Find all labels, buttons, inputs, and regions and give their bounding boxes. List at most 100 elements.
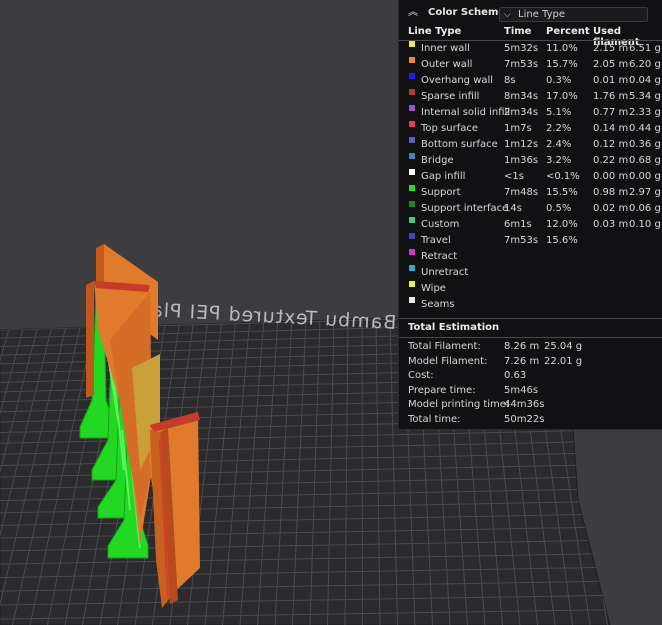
line-type-row[interactable]: Gap infill <1s <0.1% 0.00 m 0.00 g <box>399 169 662 185</box>
color-swatch-icon <box>409 233 415 239</box>
color-swatch-icon <box>409 297 415 303</box>
line-type-row[interactable]: Retract <box>399 249 662 265</box>
total-label: Prepare time: <box>408 384 476 396</box>
line-type-name: Internal solid infill <box>421 107 511 118</box>
line-type-meters: 1.76 m <box>593 91 629 102</box>
line-type-time: <1s <box>504 171 524 182</box>
color-swatch-icon <box>409 105 415 111</box>
line-type-grams: 0.10 g <box>629 219 661 230</box>
line-type-name: Retract <box>421 251 458 262</box>
line-type-row[interactable]: Top surface 1m7s 2.2% 0.14 m 0.44 g <box>399 121 662 137</box>
line-type-grams: 0.04 g <box>629 75 661 86</box>
line-type-percent: 12.0% <box>546 219 578 230</box>
total-label: Model Filament: <box>408 355 488 367</box>
total-value: 44m36s <box>504 399 545 410</box>
line-type-row[interactable]: Custom 6m1s 12.0% 0.03 m 0.10 g <box>399 217 662 233</box>
line-type-row[interactable]: Seams <box>399 297 662 313</box>
line-type-time: 6m1s <box>504 219 532 230</box>
line-type-meters: 0.03 m <box>593 219 629 230</box>
line-type-grams: 0.00 g <box>629 171 661 182</box>
line-type-meters: 0.98 m <box>593 187 629 198</box>
totals-underline <box>399 337 662 338</box>
panel-header: ︽ Color Scheme ⌵ Line Type <box>399 0 662 28</box>
total-value: 7.26 m <box>504 355 540 367</box>
line-type-row[interactable]: Sparse infill 8m34s 17.0% 1.76 m 5.34 g <box>399 89 662 105</box>
line-type-percent: <0.1% <box>546 171 580 182</box>
totals-divider <box>399 318 662 319</box>
line-type-time: 8m34s <box>504 91 539 102</box>
color-swatch-icon <box>409 281 415 287</box>
line-type-grams: 0.06 g <box>629 203 661 214</box>
line-type-row[interactable]: Travel 7m53s 15.6% <box>399 233 662 249</box>
line-type-name: Wipe <box>421 283 446 294</box>
line-type-grams: 2.33 g <box>629 107 661 118</box>
line-type-row[interactable]: Bridge 1m36s 3.2% 0.22 m 0.68 g <box>399 153 662 169</box>
total-row: Prepare time: 5m46s <box>399 383 662 398</box>
color-swatch-icon <box>409 89 415 95</box>
line-type-row[interactable]: Outer wall 7m53s 15.7% 2.05 m 6.20 g <box>399 57 662 73</box>
line-type-name: Seams <box>421 299 455 310</box>
panel-title: Color Scheme <box>428 7 506 18</box>
line-type-grams: 6.20 g <box>629 59 661 70</box>
line-type-meters: 2.15 m <box>593 43 629 54</box>
line-type-percent: 3.2% <box>546 155 572 166</box>
line-type-name: Overhang wall <box>421 75 494 86</box>
color-swatch-icon <box>409 185 415 191</box>
line-type-row[interactable]: Support interface 14s 0.5% 0.02 m 0.06 g <box>399 201 662 217</box>
color-swatch-icon <box>409 265 415 271</box>
total-label: Total Filament: <box>408 341 481 352</box>
line-type-row[interactable]: Unretract <box>399 265 662 281</box>
line-type-meters: 0.14 m <box>593 123 629 134</box>
total-estimation-title: Total Estimation <box>408 322 500 333</box>
line-type-percent: 0.3% <box>546 75 572 86</box>
header-time: Time <box>504 26 532 37</box>
total-label: Cost: <box>408 370 434 381</box>
line-type-grams: 0.44 g <box>629 123 661 134</box>
line-type-meters: 0.22 m <box>593 155 629 166</box>
line-type-row[interactable]: Internal solid infill 2m34s 5.1% 0.77 m 2.33… <box>399 105 662 121</box>
line-type-row[interactable]: Inner wall 5m32s 11.0% 2.15 m 6.51 g <box>399 41 662 57</box>
line-type-percent: 5.1% <box>546 107 572 118</box>
line-type-row[interactable]: Bottom surface 1m12s 2.4% 0.12 m 0.36 g <box>399 137 662 153</box>
line-type-percent: 15.5% <box>546 187 578 198</box>
color-swatch-icon <box>409 169 415 175</box>
color-scheme-dropdown[interactable]: ⌵ Line Type <box>499 7 648 22</box>
total-value-secondary: 25.04 g <box>544 341 583 352</box>
line-type-percent: 17.0% <box>546 91 578 102</box>
line-type-grams: 0.36 g <box>629 139 661 150</box>
line-type-percent: 2.2% <box>546 123 572 134</box>
line-type-meters: 2.05 m <box>593 59 629 70</box>
line-type-time: 7m53s <box>504 59 539 70</box>
line-type-row[interactable]: Support 7m48s 15.5% 0.98 m 2.97 g <box>399 185 662 201</box>
line-type-name: Bridge <box>421 155 454 166</box>
line-type-name: Support interface <box>421 203 509 214</box>
line-type-percent: 15.7% <box>546 59 578 70</box>
color-swatch-icon <box>409 41 415 47</box>
line-type-time: 1m36s <box>504 155 539 166</box>
color-swatch-icon <box>409 121 415 127</box>
color-swatch-icon <box>409 73 415 79</box>
line-type-meters: 0.00 m <box>593 171 629 182</box>
collapse-icon[interactable]: ︽ <box>407 7 419 19</box>
total-row: Model Filament: 7.26 m 22.01 g <box>399 354 662 369</box>
line-type-percent: 2.4% <box>546 139 572 150</box>
line-type-name: Custom <box>421 219 460 230</box>
line-type-time: 5m32s <box>504 43 539 54</box>
line-type-name: Support <box>421 187 461 198</box>
total-row: Model printing time: 44m36s <box>399 397 662 412</box>
total-value: 5m46s <box>504 384 539 396</box>
line-type-row[interactable]: Overhang wall 8s 0.3% 0.01 m 0.04 g <box>399 73 662 89</box>
line-type-row[interactable]: Wipe <box>399 281 662 297</box>
line-type-grams: 6.51 g <box>629 43 661 54</box>
line-type-time: 7m48s <box>504 187 539 198</box>
line-type-grams: 0.68 g <box>629 155 661 166</box>
line-type-time: 7m53s <box>504 235 539 246</box>
color-swatch-icon <box>409 201 415 207</box>
line-type-percent: 15.6% <box>546 235 578 246</box>
color-scheme-panel: ︽ Color Scheme ⌵ Line Type Line Type Tim… <box>398 0 662 430</box>
line-type-grams: 2.97 g <box>629 187 661 198</box>
line-type-name: Gap infill <box>421 171 466 182</box>
line-type-meters: 0.12 m <box>593 139 629 150</box>
color-swatch-icon <box>409 249 415 255</box>
line-type-name: Bottom surface <box>421 139 498 150</box>
